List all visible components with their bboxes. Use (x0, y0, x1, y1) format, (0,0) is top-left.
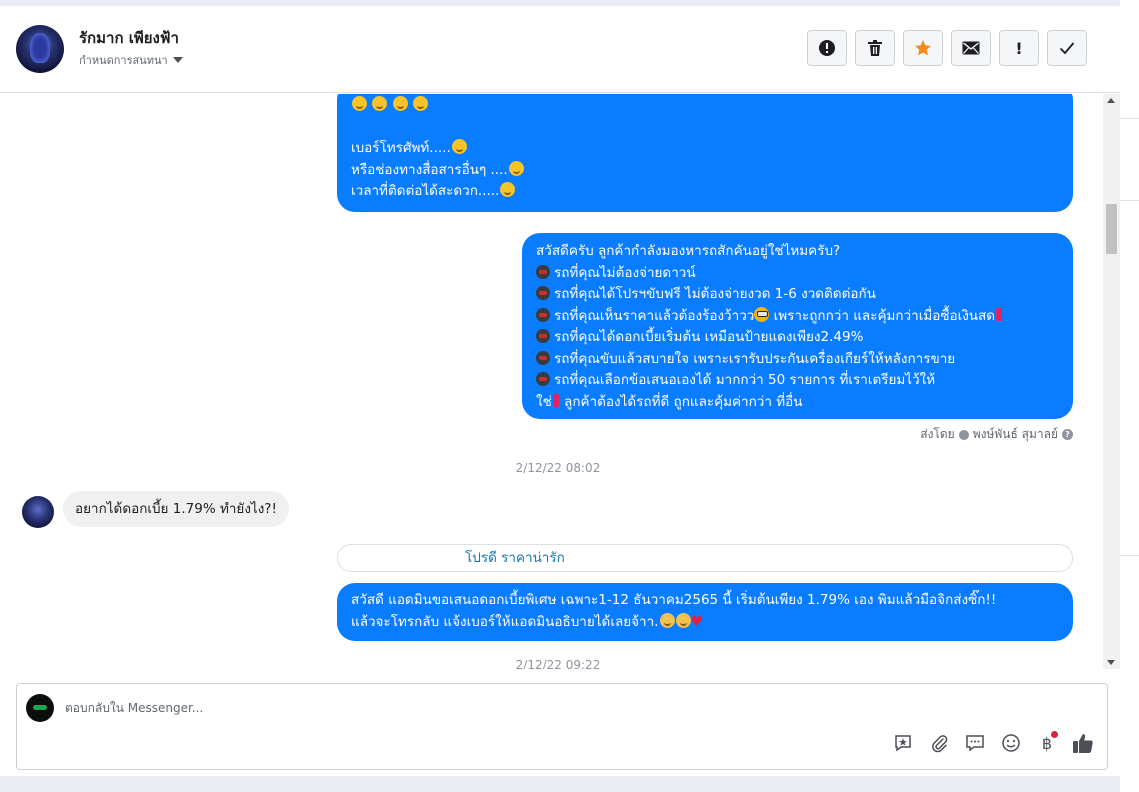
car-emoji-icon (536, 372, 550, 386)
smile-emoji-icon (412, 96, 428, 111)
message-line: รถที่คุณไม่ต้องจ่ายดาวน์ (536, 263, 1059, 285)
smile-emoji-icon (451, 139, 467, 154)
emoji-row (351, 95, 1059, 117)
conversation-panel: รักมาก เพียงฟ้า กำหนดการสนทนา ! เบอร์โทร… (0, 6, 1121, 776)
saved-reply-icon (895, 735, 911, 752)
page-avatar (26, 694, 54, 722)
smile-emoji-icon (372, 96, 388, 111)
assign-label: กำหนดการสนทนา (79, 54, 168, 67)
trash-icon (868, 40, 882, 56)
star-button[interactable] (903, 30, 943, 66)
notification-dot (1051, 731, 1058, 738)
message-line: สวัสดีครับ ลูกค้ากำลังมองหารถสักคันอยู่ใ… (536, 243, 841, 259)
pray-emoji-icon (675, 612, 691, 628)
message-line: แล้วจะโทรกลับ แจ้งเบอร์ให้แอดมินอธิบายได… (351, 612, 704, 630)
car-emoji-icon (536, 350, 550, 365)
smile-emoji-icon (392, 96, 408, 111)
message-bubble-outgoing[interactable]: เบอร์โทรศัพท์..... หรือช่องทางสื่อสารอื่… (337, 94, 1073, 212)
message-scrollbar[interactable] (1103, 94, 1120, 669)
reply-composer: ฿ (16, 683, 1108, 770)
message-line: รถที่คุณได้ดอกเบี้ยเริ่มต้น เหมือนป้ายแด… (536, 327, 1059, 349)
report-spam-button[interactable] (807, 30, 847, 66)
sent-by-info: ส่งโดย พงษ์พันธ์ สุมาลย์ ? (920, 425, 1073, 444)
follow-up-button[interactable]: ! (999, 30, 1039, 66)
contact-avatar-small[interactable] (22, 496, 54, 528)
thumbs-up-icon (1073, 734, 1093, 753)
mark-unread-button[interactable] (951, 30, 991, 66)
heart-icon: ♥ (690, 613, 704, 630)
payment-button[interactable]: ฿ (1035, 731, 1059, 755)
car-emoji-icon (536, 307, 550, 322)
message-line: สวัสดี แอดมินขอเสนอดอกเบี้ยพิเศษ เฉพาะ1-… (351, 592, 997, 608)
assign-conversation-dropdown[interactable]: กำหนดการสนทนา (79, 51, 183, 69)
contact-name[interactable]: รักมาก เพียงฟ้า (79, 26, 179, 50)
scrollbar-thumb[interactable] (1106, 204, 1117, 254)
message-list[interactable]: เบอร์โทรศัพท์..... หรือช่องทางสื่อสารอื่… (0, 94, 1103, 669)
car-emoji-icon (536, 329, 550, 343)
attach-button[interactable] (927, 731, 951, 755)
delete-button[interactable] (855, 30, 895, 66)
contact-avatar[interactable] (16, 25, 64, 73)
car-emoji-icon (536, 286, 550, 300)
emoji-button[interactable] (999, 731, 1023, 755)
message-bubble-outgoing[interactable]: สวัสดี แอดมินขอเสนอดอกเบี้ยพิเศษ เฉพาะ1-… (337, 583, 1073, 641)
verified-icon (958, 429, 969, 440)
alert-circle-icon (819, 40, 835, 56)
smiley-icon (1002, 734, 1020, 752)
message-bubble-incoming[interactable]: อยากได้ดอกเบี้ย 1.79% ทำยังไง?! (63, 491, 289, 527)
message-line: รถที่คุณได้โปรฯขับฟรี ไม่ต้องจ่ายงวด 1-6… (536, 284, 1059, 306)
conversation-header: รักมาก เพียงฟ้า กำหนดการสนทนา ! (0, 6, 1120, 93)
sent-by-label: ส่งโดย (920, 427, 955, 441)
like-button[interactable] (1071, 731, 1095, 755)
chat-bubble-icon (966, 735, 984, 752)
scroll-up-arrow-icon[interactable] (1107, 98, 1115, 103)
envelope-icon (962, 41, 980, 55)
car-emoji-icon (536, 264, 550, 279)
double-exclamation-icon (996, 307, 1003, 321)
check-icon (1059, 42, 1075, 55)
message-line: หรือช่องทางสื่อสารอื่นๆ .... (351, 160, 1059, 182)
pray-emoji-icon (659, 612, 675, 628)
message-line: เบอร์โทรศัพท์..... (351, 138, 1059, 160)
message-bubble-outgoing[interactable]: สวัสดีครับ ลูกค้ากำลังมองหารถสักคันอยู่ใ… (522, 233, 1073, 419)
conversation-toolbar: ! (807, 30, 1087, 66)
message-line: รถที่คุณขับแล้วสบายใจ เพราะเรารับประกันเ… (536, 349, 1059, 371)
composer-tools: ฿ (891, 731, 1095, 755)
quick-reply-button[interactable] (963, 731, 987, 755)
mark-done-button[interactable] (1047, 30, 1087, 66)
star-icon (915, 40, 931, 56)
timestamp: 2/12/22 09:22 (515, 658, 601, 669)
help-icon[interactable]: ? (1062, 429, 1073, 440)
scroll-down-arrow-icon[interactable] (1107, 660, 1115, 665)
smile-emoji-icon (500, 182, 516, 197)
sender-name: พงษ์พันธ์ สุมาลย์ (972, 427, 1058, 441)
message-line: เวลาที่ติดต่อได้สะดวก..... (351, 181, 1059, 203)
exclamation-icon: ! (1015, 38, 1023, 58)
paperclip-icon (932, 735, 948, 753)
surprised-emoji-icon (754, 306, 770, 322)
reply-input[interactable] (63, 696, 667, 720)
smile-emoji-icon (352, 96, 367, 111)
message-line: รถที่คุณเห็นราคาแล้วต้องร้องว้าวว เพราะถ… (536, 306, 1059, 328)
message-line: ใช่ ลูกค้าต้องได้รถที่ดี ถูกและคุ้มค่ากว… (536, 393, 803, 410)
message-line: รถที่คุณเลือกข้อเสนอเองได้ มากกว่า 50 รา… (536, 370, 1059, 392)
double-exclamation-icon (552, 393, 559, 407)
right-edge (1120, 0, 1139, 792)
smile-emoji-icon (508, 160, 524, 176)
timestamp: 2/12/22 08:02 (515, 461, 601, 475)
caret-down-icon (172, 57, 183, 63)
saved-replies-button[interactable] (891, 731, 915, 755)
link-card[interactable]: โปรดี ราคาน่ารัก (337, 544, 1073, 572)
